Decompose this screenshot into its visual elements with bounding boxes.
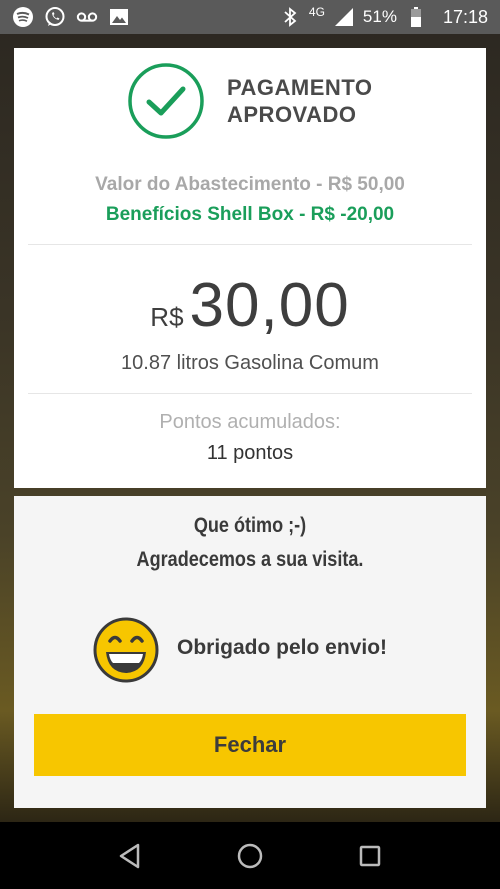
network-type: 4G [308,5,325,19]
benefit-line: Benefícios Shell Box - R$ -20,00 [105,204,395,225]
image-icon [108,6,130,28]
divider [28,393,472,394]
signal-icon [333,6,355,28]
recents-nav-icon[interactable] [350,836,390,876]
points-value: 11 pontos [206,442,294,464]
status-bar-left [12,6,130,28]
feedback-card: Que ótimo ;-) Agradecemos a sua visita. … [14,496,486,808]
points-label: Pontos acumulados: [159,411,341,433]
status-bar: 4G 51% 17:18 [0,0,500,34]
thanks-subheading: Agradecemos a sua visita. [136,548,364,571]
fuel-value-line: Valor do Abastecimento - R$ 50,00 [95,174,405,195]
battery-percent: 51% [362,7,397,26]
voicemail-icon [76,6,98,28]
whatsapp-icon [44,6,66,28]
clock: 17:18 [442,6,488,27]
bluetooth-icon [279,6,301,28]
navigation-bar [0,822,500,889]
status-bar-right: 4G 51% 17:18 [279,5,488,28]
close-button[interactable]: Fechar [34,714,466,776]
payment-receipt-card: PAGAMENTO APROVADO Valor do Abasteciment… [14,48,486,488]
divider [28,244,472,245]
thanks-heading: Que ótimo ;-) [193,514,307,537]
spotify-icon [12,6,34,28]
home-nav-icon[interactable] [230,836,270,876]
liters-line: 10.87 litros Gasolina Comum [121,352,379,374]
currency-label: R$ [150,302,184,332]
payment-status-title: PAGAMENTO APROVADO [227,75,373,127]
smiley-icon [92,616,160,684]
battery-icon [405,6,427,28]
total-amount: 30,00 [189,271,350,340]
back-nav-icon[interactable] [110,836,150,876]
sent-message: Obrigado pelo envio! [177,636,388,659]
amount-row: R$ 30,00 [14,270,486,341]
check-circle-icon [127,62,205,140]
